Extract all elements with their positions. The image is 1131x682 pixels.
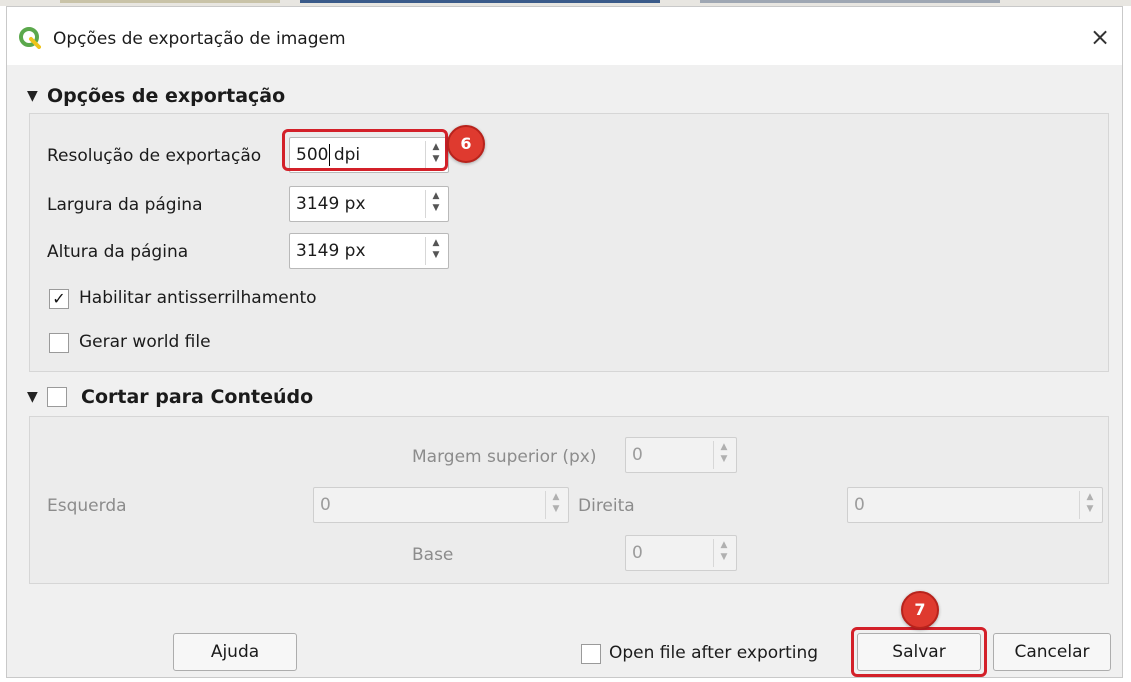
- checkmark-icon: ✓: [52, 289, 66, 308]
- world-file-checkbox[interactable]: [49, 333, 69, 353]
- page-height-label: Altura da página: [47, 242, 189, 262]
- step-badge-6: 6: [447, 125, 485, 163]
- bottom-margin-label: Base: [412, 545, 454, 565]
- spin-up-icon: ▲: [720, 442, 728, 452]
- export-options-header[interactable]: ▼ Opções de exportação: [27, 81, 285, 111]
- close-icon: ×: [1089, 23, 1111, 51]
- antialiasing-label[interactable]: Habilitar antisserrilhamento: [79, 288, 317, 308]
- export-options-group: Resolução de exportação 500 dpi ▲ ▼ Larg…: [29, 113, 1109, 372]
- left-margin-label: Esquerda: [47, 496, 127, 516]
- collapse-triangle-icon: ▼: [27, 88, 38, 104]
- crop-group: Margem superior (px) 0 ▲ ▼ Esquerda 0 ▲ …: [29, 416, 1109, 584]
- page-height-stepper-arrows[interactable]: ▲ ▼: [425, 237, 446, 265]
- close-button[interactable]: ×: [1078, 17, 1122, 57]
- left-margin-value: 0: [320, 495, 331, 515]
- page-height-value: 3149 px: [296, 241, 366, 261]
- save-highlight-box: [851, 627, 987, 677]
- world-file-label[interactable]: Gerar world file: [79, 332, 211, 352]
- right-margin-stepper-arrows[interactable]: ▲ ▼: [1079, 491, 1100, 519]
- title-bar: Opções de exportação de imagem ×: [7, 7, 1122, 65]
- top-margin-spinbox[interactable]: 0 ▲ ▼: [625, 437, 737, 473]
- top-margin-value: 0: [632, 445, 643, 465]
- left-margin-stepper-arrows[interactable]: ▲ ▼: [545, 491, 566, 519]
- spin-down-icon: ▼: [720, 552, 728, 562]
- spin-up-icon: ▲: [432, 191, 440, 201]
- right-margin-label: Direita: [578, 496, 635, 516]
- spin-up-icon: ▲: [552, 492, 560, 502]
- open-after-export-checkbox[interactable]: [581, 644, 601, 664]
- spin-down-icon: ▼: [552, 504, 560, 514]
- cancel-button[interactable]: Cancelar: [993, 633, 1111, 671]
- right-margin-value: 0: [854, 495, 865, 515]
- bottom-margin-stepper-arrows[interactable]: ▲ ▼: [713, 539, 734, 567]
- spin-down-icon: ▼: [432, 250, 440, 260]
- right-margin-spinbox[interactable]: 0 ▲ ▼: [847, 487, 1103, 523]
- help-button[interactable]: Ajuda: [173, 633, 297, 671]
- window-title: Opções de exportação de imagem: [53, 29, 346, 49]
- step-badge-7: 7: [901, 591, 939, 629]
- page-width-value: 3149 px: [296, 194, 366, 214]
- spin-down-icon: ▼: [720, 454, 728, 464]
- spin-down-icon: ▼: [1086, 504, 1094, 514]
- spin-up-icon: ▲: [1086, 492, 1094, 502]
- resolution-label: Resolução de exportação: [47, 146, 262, 166]
- collapse-triangle-icon: ▼: [27, 389, 38, 405]
- bottom-margin-value: 0: [632, 543, 643, 563]
- qgis-logo-icon: [19, 27, 41, 49]
- top-margin-label: Margem superior (px): [412, 447, 597, 467]
- spin-up-icon: ▲: [720, 540, 728, 550]
- export-options-title: Opções de exportação: [47, 85, 286, 107]
- spin-down-icon: ▼: [432, 203, 440, 213]
- left-margin-spinbox[interactable]: 0 ▲ ▼: [313, 487, 569, 523]
- page-width-label: Largura da página: [47, 195, 203, 215]
- spin-up-icon: ▲: [432, 238, 440, 248]
- export-image-dialog: Opções de exportação de imagem × ▼ Opçõe…: [6, 6, 1123, 678]
- crop-title: Cortar para Conteúdo: [81, 386, 314, 408]
- page-height-spinbox[interactable]: 3149 px ▲ ▼: [289, 233, 449, 269]
- resolution-highlight-box: [282, 129, 448, 171]
- top-margin-stepper-arrows[interactable]: ▲ ▼: [713, 441, 734, 469]
- crop-checkbox[interactable]: [47, 387, 67, 407]
- page-width-spinbox[interactable]: 3149 px ▲ ▼: [289, 186, 449, 222]
- page-width-stepper-arrows[interactable]: ▲ ▼: [425, 190, 446, 218]
- bottom-margin-spinbox[interactable]: 0 ▲ ▼: [625, 535, 737, 571]
- crop-header[interactable]: ▼ Cortar para Conteúdo: [27, 382, 313, 412]
- antialiasing-checkbox[interactable]: ✓: [49, 289, 69, 309]
- open-after-export-label[interactable]: Open file after exporting: [609, 643, 818, 663]
